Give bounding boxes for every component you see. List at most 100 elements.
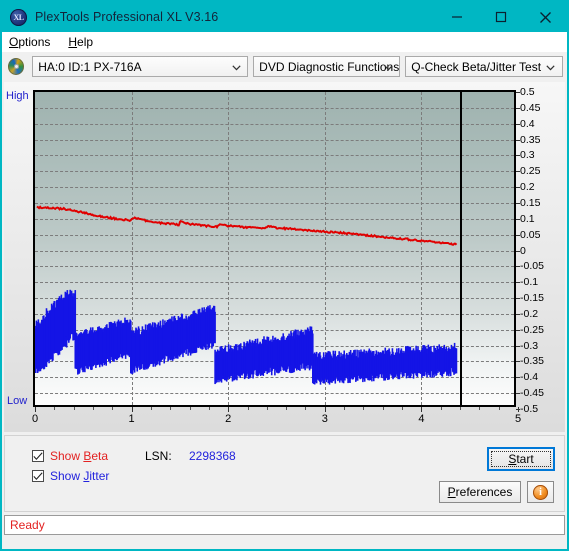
x-tick-minor-mark <box>170 407 172 410</box>
x-tick-minor-mark <box>440 407 442 410</box>
x-tick-mark <box>421 407 423 412</box>
series-jitter <box>35 289 458 385</box>
x-tick-minor-mark <box>498 407 500 410</box>
y-tick-label: 0.2 <box>520 181 535 194</box>
y-tick-label: -0.1 <box>520 276 539 289</box>
y-tick-label: -0.25 <box>520 323 544 336</box>
x-tick-minor-mark <box>54 407 56 410</box>
close-icon[interactable] <box>523 2 567 32</box>
x-tick-mark <box>518 407 519 412</box>
y-tick-label: 0.15 <box>520 196 541 209</box>
y-tick-label: -0.45 <box>520 387 544 400</box>
menu-item-help[interactable]: Help <box>68 35 93 49</box>
checkmark-icon <box>32 470 44 482</box>
y-tick-label: 0.25 <box>520 165 541 178</box>
x-tick-minor-mark <box>247 407 249 410</box>
x-tick-label: 4 <box>418 413 425 425</box>
y-tick-label: 0.5 <box>520 86 535 98</box>
start-button[interactable]: Start <box>488 448 554 470</box>
x-tick-minor-mark <box>286 407 288 410</box>
y-tick-mark <box>516 202 520 204</box>
show-jitter-checkbox[interactable]: Show Jitter <box>32 469 109 483</box>
window-controls <box>435 2 567 32</box>
chevron-down-icon <box>381 57 395 78</box>
show-jitter-label: Show Jitter <box>50 469 110 483</box>
y-tick-label: 0.4 <box>520 117 535 130</box>
y-tick-mark <box>516 329 520 331</box>
y-tick-mark <box>516 282 520 284</box>
x-tick-mark <box>228 407 230 412</box>
x-tick-label: 5 <box>514 413 522 425</box>
test-select[interactable]: Q-Check Beta/Jitter Test <box>405 56 563 77</box>
app-window: XL PlexTools Professional XL V3.16 Optio… <box>0 0 569 551</box>
x-tick-minor-mark <box>305 407 307 410</box>
x-tick-label: 0 <box>31 413 39 425</box>
disc-icon <box>8 58 25 75</box>
y-tick-mark <box>516 345 520 347</box>
lsn-label: LSN: <box>145 449 172 463</box>
y-tick-mark <box>516 313 520 315</box>
function-select[interactable]: DVD Diagnostic Functions <box>253 56 401 78</box>
x-tick-mark <box>324 407 326 412</box>
plot-area <box>33 90 516 407</box>
chevron-down-icon <box>229 57 243 78</box>
x-tick-label: 2 <box>225 413 232 425</box>
chevron-down-icon <box>544 57 558 78</box>
info-icon: i <box>533 484 548 500</box>
y-tick-mark <box>516 250 520 252</box>
axis-low-label: Low <box>7 395 28 407</box>
axis-high-label: High <box>6 90 29 102</box>
y-tick-mark <box>516 123 520 125</box>
maximize-icon[interactable] <box>479 2 523 32</box>
x-tick-minor-mark <box>189 407 191 410</box>
x-tick-minor-mark <box>402 407 404 410</box>
title-bar: XL PlexTools Professional XL V3.16 <box>2 2 567 32</box>
menu-item-options[interactable]: Options <box>9 35 50 49</box>
y-tick-label: -0.4 <box>520 371 539 384</box>
x-tick-minor-mark <box>208 407 210 410</box>
preferences-button-label: Preferences <box>447 485 513 499</box>
y-tick-mark <box>516 107 520 109</box>
y-tick-label: -0.15 <box>520 292 544 305</box>
menu-bar: Options Help <box>2 32 567 52</box>
lsn-value: 2298368 <box>189 449 236 463</box>
x-tick-mark <box>131 407 133 412</box>
x-tick-minor-mark <box>112 407 114 410</box>
y-tick-label: 0 <box>520 244 526 257</box>
preferences-button[interactable]: Preferences <box>439 481 521 503</box>
window-title: PlexTools Professional XL V3.16 <box>35 10 219 24</box>
toolbar: HA:0 ID:1 PX-716A DVD Diagnostic Functio… <box>2 52 567 81</box>
show-beta-checkbox[interactable]: Show Beta <box>32 449 108 463</box>
status-text: Ready <box>10 518 45 532</box>
y-tick-label: -0.3 <box>520 339 539 352</box>
info-button[interactable]: i <box>527 481 554 503</box>
x-tick-mark <box>35 407 36 412</box>
y-tick-label: 0.3 <box>520 149 535 162</box>
drive-select-value: HA:0 ID:1 PX-716A <box>38 59 142 74</box>
chart-panel: High Low 0.5 0.45 0.4 0.35 0.3 0.25 0.2 0.15 0.1… <box>4 82 565 432</box>
y-tick-label: 0.35 <box>520 133 541 146</box>
y-tick-mark <box>516 218 520 220</box>
xl-disc-icon: XL <box>10 8 27 26</box>
y-tick-mark <box>516 377 520 379</box>
x-tick-minor-mark <box>382 407 384 410</box>
y-tick-mark <box>516 139 520 141</box>
x-tick-minor-mark <box>460 407 462 410</box>
series-beta <box>36 205 458 246</box>
y-tick-mark <box>516 92 520 93</box>
y-tick-mark <box>516 155 520 157</box>
controls-panel: Show Beta Show Jitter LSN: 2298368 Start… <box>4 435 565 512</box>
y-tick-label: 0.05 <box>520 228 541 241</box>
x-tick-minor-mark <box>363 407 365 410</box>
data-end-marker <box>460 92 463 405</box>
drive-select[interactable]: HA:0 ID:1 PX-716A <box>32 56 249 78</box>
y-tick-mark <box>516 393 520 395</box>
x-tick-minor-mark <box>266 407 268 410</box>
minimize-icon[interactable] <box>435 2 479 32</box>
y-tick-mark <box>516 298 520 300</box>
y-tick-mark <box>516 187 520 189</box>
x-tick-minor-mark <box>150 407 152 410</box>
y-tick-label: -0.5 <box>520 403 539 415</box>
y-tick-mark <box>516 234 520 236</box>
x-tick-minor-mark <box>73 407 75 410</box>
